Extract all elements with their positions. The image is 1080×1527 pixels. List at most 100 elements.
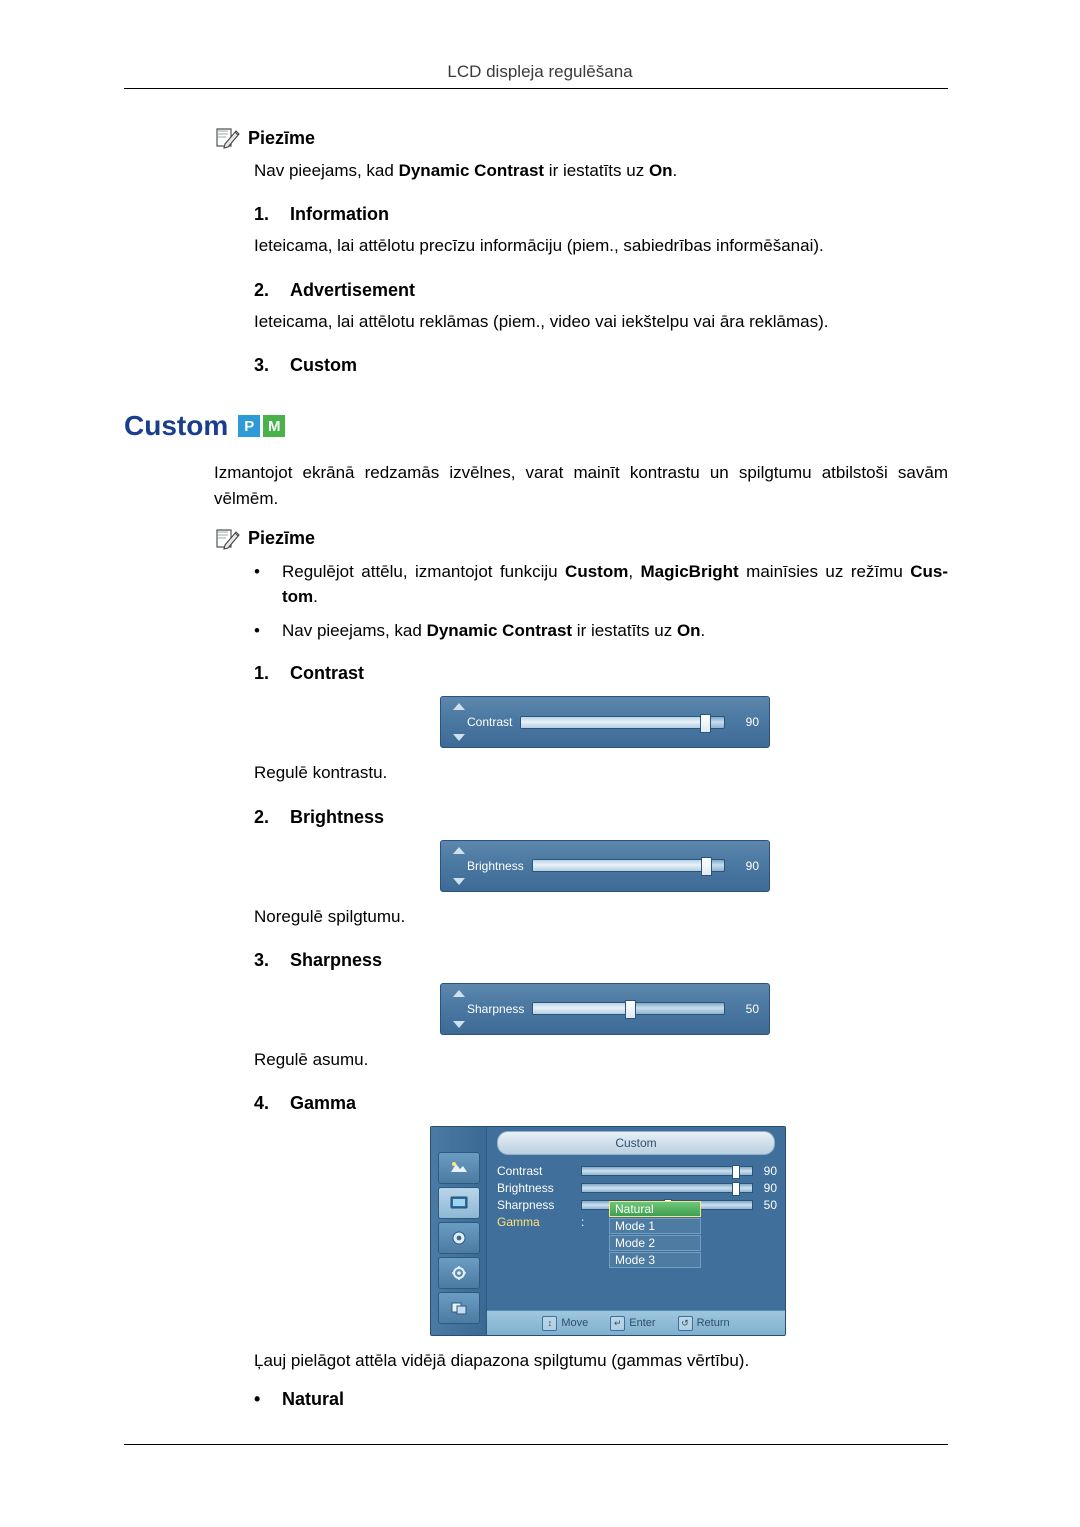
osd-row-label: Sharpness: [497, 1198, 555, 1213]
osd-fill: [521, 716, 704, 728]
badge-m-icon: M: [263, 415, 286, 438]
list-label: Custom: [290, 355, 357, 376]
osd-footer-return: ↺ Return: [677, 1315, 730, 1331]
osd-value: 90: [745, 858, 759, 873]
osd-spinner-arrows-icon[interactable]: [451, 841, 465, 891]
note-label: Piezīme: [248, 127, 316, 148]
osd-nav-sound-icon[interactable]: [437, 1222, 480, 1255]
osd-row-knob[interactable]: [731, 1165, 740, 1180]
osd-nav-setup-icon[interactable]: [437, 1257, 480, 1290]
note-label: Piezīme: [248, 528, 316, 549]
list-item-advertisement: 2. Advertisement: [254, 280, 948, 301]
osd-gamma-option-natural[interactable]: Natural: [609, 1201, 701, 1218]
arrow-up-icon[interactable]: [453, 846, 465, 854]
osd-knob[interactable]: [701, 857, 713, 877]
list-item-contrast: 1. Contrast: [254, 663, 948, 684]
osd-slider-brightness: Brightness 90: [440, 839, 770, 892]
note-text-prefix: Nav pieejams, kad: [254, 161, 399, 180]
osd-row-label: Gamma: [497, 1215, 540, 1230]
osd-footer-enter: ↵ Enter: [610, 1315, 656, 1331]
note-text-suffix: .: [672, 161, 678, 180]
arrow-down-icon[interactable]: [453, 877, 465, 885]
osd-track[interactable]: [532, 1000, 725, 1020]
osd-menu-title: Custom: [497, 1131, 775, 1156]
osd-row-value: 90: [763, 1164, 777, 1179]
enter-icon: ↵: [610, 1315, 626, 1331]
osd-label: Brightness: [467, 858, 524, 873]
list-item-information: 1. Information: [254, 204, 948, 225]
osd-menu-body: Custom Contrast 90 Brightness 90 Sharpne…: [487, 1127, 785, 1336]
arrow-up-icon[interactable]: [453, 703, 465, 711]
note-text-1: Nav pieejams, kad Dynamic Contrast ir ie…: [254, 158, 948, 184]
osd-gamma-option-mode-3[interactable]: Mode 3: [609, 1252, 701, 1269]
header-title: LCD displeja regulēšana: [447, 62, 633, 81]
footer-divider: [124, 1444, 948, 1445]
osd-value: 90: [745, 715, 759, 730]
note-heading-2: Piezīme: [214, 527, 948, 551]
return-icon: ↺: [677, 1315, 693, 1331]
osd-nav-picture-icon[interactable]: [437, 1152, 480, 1185]
bullet-dot: •: [254, 561, 260, 581]
bullet-dot: •: [254, 1388, 261, 1409]
move-icon: ↕: [542, 1315, 558, 1331]
list-item-gamma: 4. Gamma: [254, 1093, 948, 1114]
osd-label: Contrast: [467, 715, 513, 730]
model-badges: P M: [238, 415, 286, 438]
gamma-sub-bullet-label: Natural: [282, 1388, 345, 1409]
osd-spinner-arrows-icon[interactable]: [451, 697, 465, 747]
description-sharpness: Regulē asumu.: [254, 1049, 369, 1069]
bullet-dot: •: [254, 620, 260, 640]
page-title-custom: Custom P M: [124, 410, 948, 442]
osd-gamma-option-mode-2[interactable]: Mode 2: [609, 1235, 701, 1252]
list-label: Information: [290, 204, 389, 225]
osd-footer-return-label: Return: [696, 1317, 730, 1330]
osd-track[interactable]: [520, 713, 725, 733]
osd-footer-move: ↕ Move: [542, 1315, 589, 1331]
osd-footer-move-label: Move: [561, 1317, 589, 1330]
osd-knob[interactable]: [699, 713, 711, 733]
osd-knob[interactable]: [624, 1000, 636, 1020]
osd-side-nav: [431, 1127, 487, 1336]
osd-row-track[interactable]: [581, 1182, 753, 1197]
list-number: 3.: [254, 949, 270, 970]
badge-p-icon: P: [238, 415, 261, 438]
osd-row-label: Contrast: [497, 1164, 543, 1179]
osd-fill: [532, 860, 705, 872]
description-gamma: Ļauj pielāgot attēla vidējā diapazona sp…: [254, 1351, 750, 1371]
note-bold-on: On: [648, 161, 673, 180]
osd-row-knob[interactable]: [731, 1182, 740, 1197]
list-label: Contrast: [290, 663, 365, 684]
osd-nav-display-icon[interactable]: [437, 1187, 480, 1220]
description-contrast: Regulē kontrastu.: [254, 763, 388, 783]
osd-spinner-arrows-icon[interactable]: [451, 984, 465, 1034]
osd-nav-multicontrol-icon[interactable]: [437, 1292, 480, 1325]
list-number: 4.: [254, 1093, 270, 1114]
arrow-down-icon[interactable]: [453, 734, 465, 742]
osd-footer-enter-label: Enter: [629, 1317, 656, 1330]
osd-slider-sharpness: Sharpness 50: [440, 982, 770, 1035]
list-item-sharpness: 3. Sharpness: [254, 950, 948, 971]
osd-row-track[interactable]: [581, 1165, 753, 1180]
header-divider: [124, 88, 948, 89]
note-text-mid: ir iestatīts uz: [544, 161, 649, 180]
description-advertisement: Ieteicama, lai attēlotu reklāmas (piem.,…: [254, 311, 829, 331]
note-pencil-icon: [214, 527, 240, 551]
osd-slider-contrast: Contrast 90: [440, 696, 770, 749]
list-label: Gamma: [290, 1093, 357, 1114]
note-bullet-1-text: Regulējot attēlu, izmantojot funkciju Cu…: [282, 561, 949, 607]
note-heading-1: Piezīme: [214, 126, 948, 150]
note-bold-dynamic-contrast: Dynamic Contrast: [398, 161, 545, 180]
osd-row-colon: :: [581, 1215, 585, 1230]
osd-row-brightness[interactable]: Brightness 90: [497, 1180, 777, 1197]
osd-row-contrast[interactable]: Contrast 90: [497, 1163, 777, 1180]
document-page: LCD displeja regulēšana Piezīme Nav piee…: [0, 0, 1080, 1527]
description-brightness: Noregulē spilgtumu.: [254, 906, 406, 926]
arrow-up-icon[interactable]: [453, 989, 465, 997]
osd-gamma-option-mode-1[interactable]: Mode 1: [609, 1218, 701, 1235]
osd-track[interactable]: [531, 857, 725, 877]
note-pencil-icon: [214, 126, 240, 150]
page-header: LCD displeja regulēšana: [0, 62, 1080, 82]
arrow-down-icon[interactable]: [453, 1020, 465, 1028]
osd-label: Sharpness: [467, 1001, 525, 1016]
list-item-custom: 3. Custom: [254, 355, 948, 376]
